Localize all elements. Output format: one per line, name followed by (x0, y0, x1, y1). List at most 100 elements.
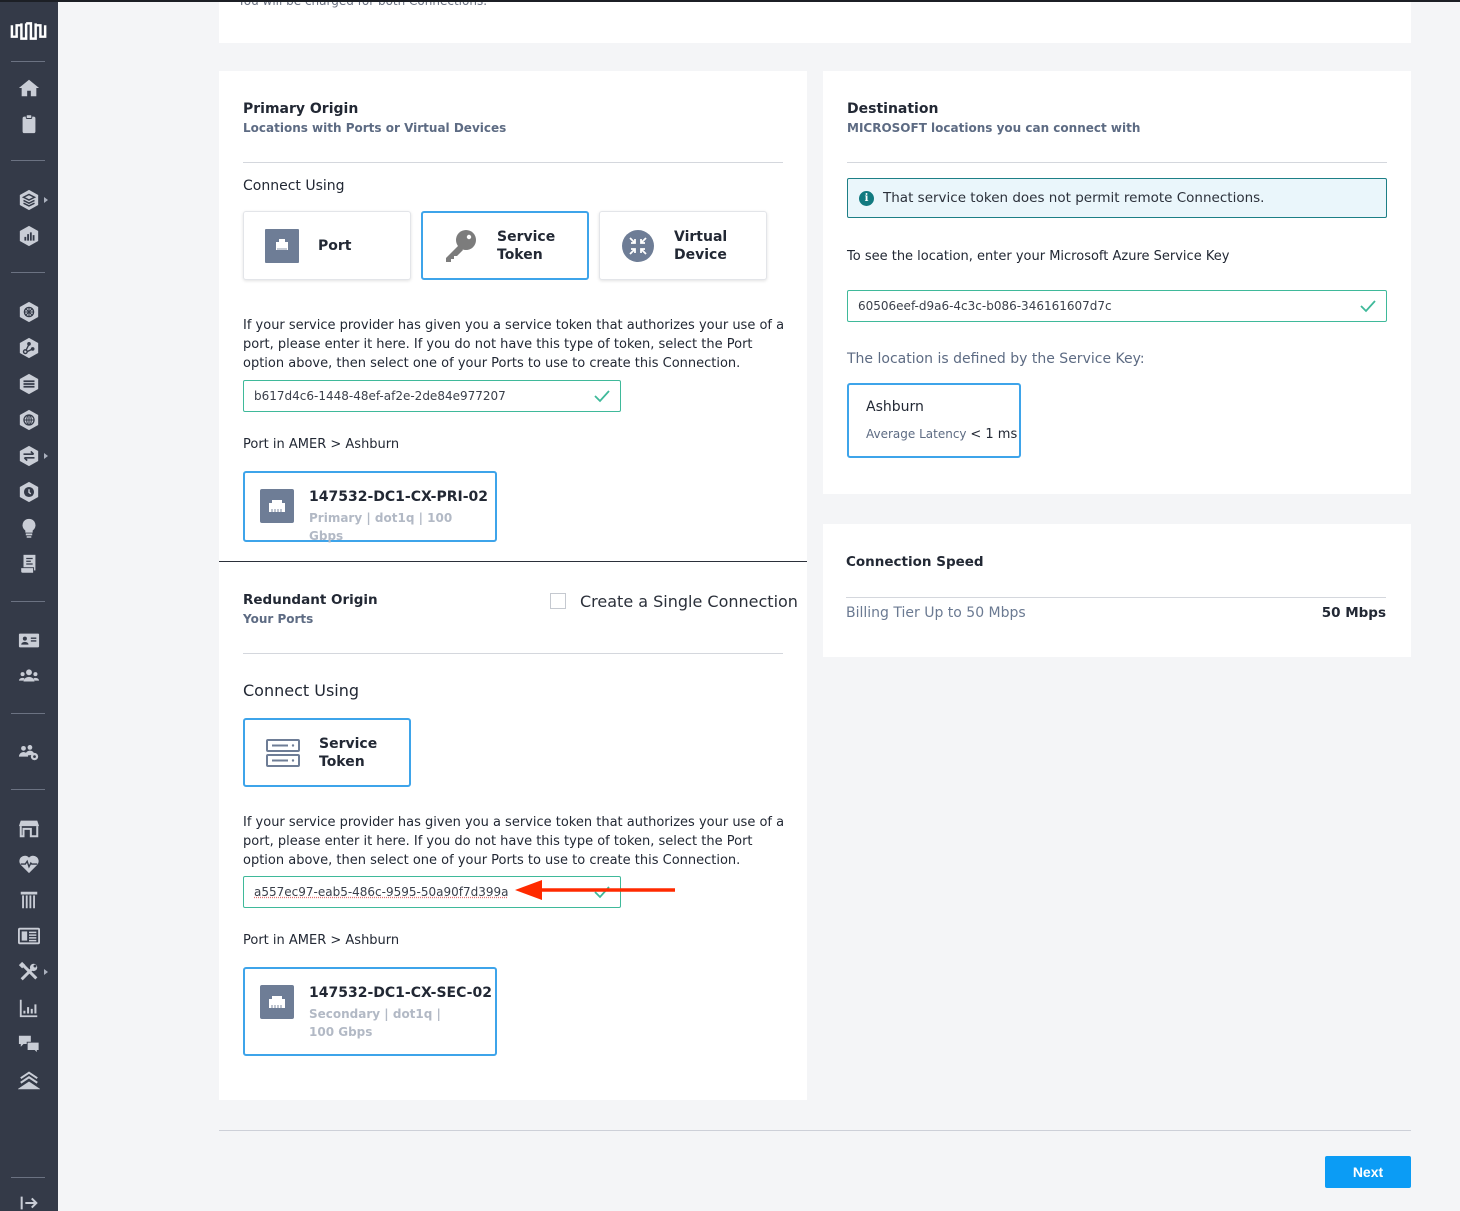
network-hex-icon[interactable] (0, 298, 58, 326)
connect-using-label: Connect Using (243, 178, 345, 194)
sidebar-divider (11, 713, 45, 714)
store-icon[interactable] (0, 814, 58, 842)
option-label-line1: Service (319, 735, 378, 752)
submenu-caret-icon (44, 969, 48, 975)
connect-option-virtual-device[interactable]: Virtual Device (599, 211, 767, 280)
option-label-line1: Service (497, 228, 556, 245)
key-icon (443, 228, 479, 264)
chevrons-up-icon[interactable] (0, 1066, 58, 1094)
section-divider (219, 561, 807, 562)
port-meta: Primary | dot1q | 100 Gbps (309, 511, 453, 543)
location-card[interactable]: Ashburn Average Latency < 1 ms (847, 383, 1021, 458)
alert-text: That service token does not permit remot… (883, 190, 1265, 206)
pillar-icon[interactable] (0, 886, 58, 914)
redundant-option-service-token[interactable]: Service Token (243, 718, 411, 787)
input-value: b617d4c6-1448-48ef-af2e-2de84e977207 (254, 389, 506, 403)
latency-value: < 1 ms (970, 427, 1018, 442)
submenu-caret-icon (44, 197, 48, 203)
origin-card: Primary Origin Locations with Ports or V… (219, 71, 807, 1100)
port-name: 147532-DC1-CX-PRI-02 (309, 489, 488, 505)
primary-help-text: If your service provider has given you a… (243, 318, 785, 371)
submenu-caret-icon (44, 453, 48, 459)
virtual-device-icon (620, 228, 656, 264)
info-alert: i That service token does not permit rem… (847, 178, 1387, 218)
primary-port-location-label: Port in AMER > Ashburn (243, 437, 400, 452)
divider (243, 653, 783, 654)
primary-port-card[interactable]: 147532-DC1-CX-PRI-02 Primary | dot1q | 1… (243, 471, 497, 543)
users-icon[interactable] (0, 662, 58, 690)
destination-subtitle: MICROSOFT locations you can connect with (847, 121, 1141, 135)
single-connection-label[interactable]: Create a Single Connection (580, 592, 798, 611)
divider (847, 162, 1387, 163)
location-defined-label: The location is defined by the Service K… (847, 351, 1145, 367)
port-icon (264, 228, 300, 264)
lightbulb-icon[interactable] (0, 514, 58, 542)
connect-using-label: Connect Using (243, 681, 360, 700)
top-note-card: You will be charged for both Connections… (219, 0, 1411, 43)
redundant-help-text: If your service provider has given you a… (243, 815, 785, 868)
billing-tier-value: 50 Mbps (1321, 605, 1386, 621)
globe-hex-icon[interactable] (0, 406, 58, 434)
annotation-arrow-icon (515, 880, 675, 900)
valid-check-icon (594, 390, 610, 403)
latency-label: Average Latency (866, 427, 967, 441)
single-connection-checkbox[interactable] (550, 593, 566, 609)
equinix-logo-icon[interactable] (0, 16, 58, 46)
divider (243, 162, 783, 163)
id-card-icon[interactable] (0, 626, 58, 654)
expand-arrow-icon[interactable] (0, 1190, 58, 1211)
destination-card: Destination MICROSOFT locations you can … (823, 71, 1411, 494)
option-label-line2: Token (319, 753, 365, 770)
sidebar-divider (11, 601, 45, 602)
service-key-input[interactable]: 60506eef-d9a6-4c3c-b086-346161607d7c (847, 290, 1387, 322)
scroll-icon[interactable] (0, 550, 58, 578)
port-icon (260, 985, 294, 1019)
stack-hex-icon[interactable] (0, 370, 58, 398)
sidebar-divider (11, 160, 45, 161)
connection-speed-title: Connection Speed (846, 554, 984, 570)
sidebar-divider (11, 1177, 45, 1178)
redundant-port-card[interactable]: 147532-DC1-CX-SEC-02 Secondary | dot1q |… (243, 967, 497, 1056)
tools-icon[interactable] (0, 958, 58, 986)
input-value: 60506eef-d9a6-4c3c-b086-346161607d7c (858, 299, 1112, 313)
users-gear-icon[interactable] (0, 738, 58, 766)
option-label-line2: Device (674, 246, 727, 263)
window-top-border (0, 0, 1460, 2)
sidebar-divider (11, 789, 45, 790)
redundant-origin-title: Redundant Origin (243, 592, 378, 608)
info-icon: i (859, 190, 874, 206)
option-label: Port (318, 237, 352, 254)
option-label-line2: Token (497, 246, 543, 263)
port-meta: Secondary | dot1q | 100 Gbps (309, 1007, 441, 1039)
layers-hex-icon[interactable] (0, 186, 58, 214)
primary-service-token-input[interactable]: b617d4c6-1448-48ef-af2e-2de84e977207 (243, 380, 621, 412)
server-token-icon (265, 735, 301, 771)
newspaper-icon[interactable] (0, 922, 58, 950)
chart-hex-icon[interactable] (0, 222, 58, 250)
nodes-hex-icon[interactable] (0, 334, 58, 362)
service-key-label: To see the location, enter your Microsof… (847, 249, 1230, 264)
home-icon[interactable] (0, 74, 58, 102)
exchange-hex-icon[interactable] (0, 442, 58, 470)
footer-divider (219, 1130, 1411, 1131)
divider (846, 597, 1386, 598)
chat-icon[interactable] (0, 1030, 58, 1058)
connect-option-service-token[interactable]: Service Token (421, 211, 589, 280)
port-name: 147532-DC1-CX-SEC-02 (309, 985, 492, 1001)
primary-origin-subtitle: Locations with Ports or Virtual Devices (243, 121, 507, 135)
clipboard-icon[interactable] (0, 110, 58, 138)
sidebar-divider (11, 272, 45, 273)
next-button[interactable]: Next (1325, 1156, 1411, 1188)
location-name: Ashburn (866, 399, 924, 415)
valid-check-icon (1360, 300, 1376, 313)
connect-option-port[interactable]: Port (243, 211, 411, 280)
latency: Average Latency < 1 ms (866, 427, 1017, 442)
option-label-line1: Virtual (674, 228, 728, 245)
bar-chart-icon[interactable] (0, 994, 58, 1022)
connection-speed-card: Connection Speed Billing Tier Up to 50 M… (823, 524, 1411, 657)
clock-hex-icon[interactable] (0, 478, 58, 506)
port-icon (260, 489, 294, 523)
sidebar-divider (11, 61, 45, 62)
heartbeat-icon[interactable] (0, 850, 58, 878)
sidebar (0, 0, 58, 1211)
